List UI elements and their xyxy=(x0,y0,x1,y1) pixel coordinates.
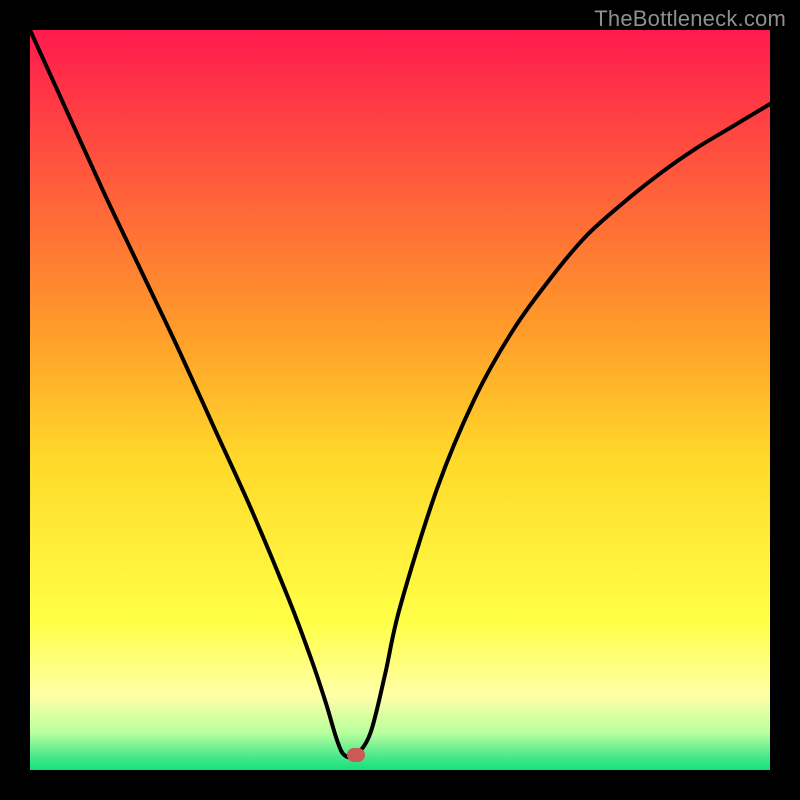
chart-frame: TheBottleneck.com xyxy=(0,0,800,800)
watermark-text: TheBottleneck.com xyxy=(594,6,786,32)
bottleneck-marker xyxy=(347,748,365,762)
gradient-rect xyxy=(30,30,770,770)
plot-area xyxy=(30,30,770,770)
gradient-background xyxy=(30,30,770,770)
